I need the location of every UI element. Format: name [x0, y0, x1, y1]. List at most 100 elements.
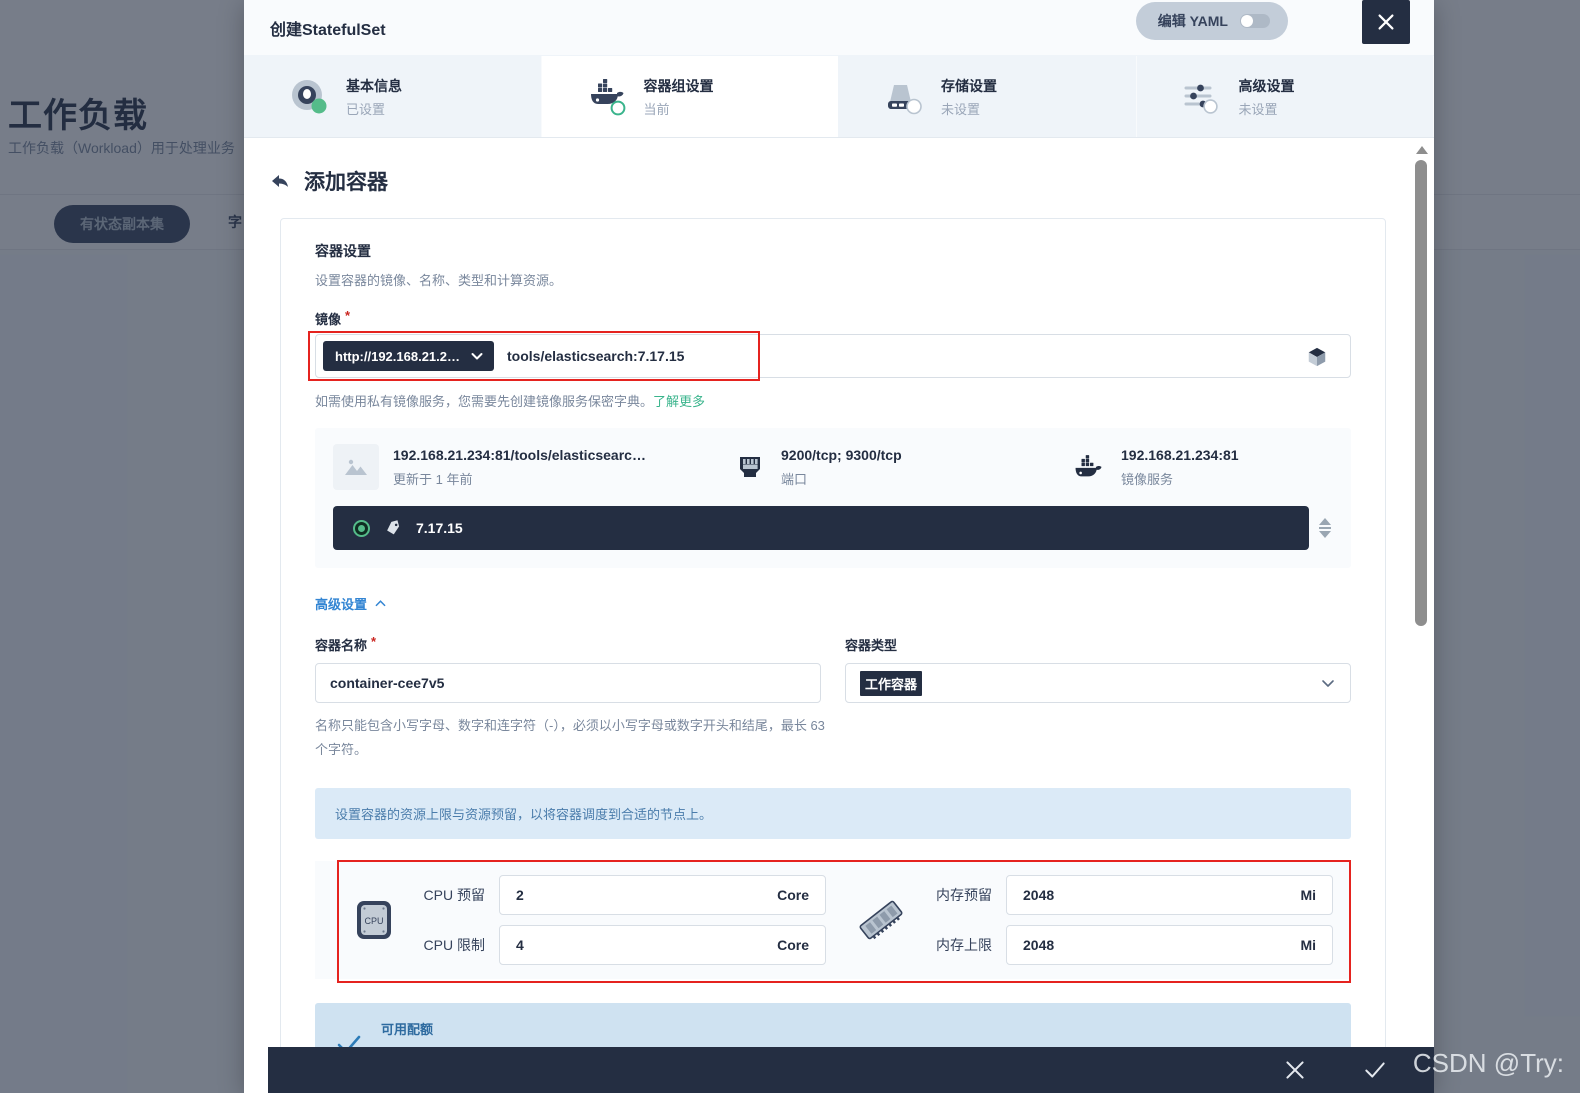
- cpu-limit-label: CPU 限制: [423, 937, 485, 954]
- container-name-required-mark: *: [371, 634, 377, 649]
- advanced-settings-label: 高级设置: [315, 597, 368, 612]
- modal-header: 创建StatefulSet 编辑 YAML: [244, 0, 1434, 56]
- step-basic-info-label: 基本信息: [346, 77, 402, 94]
- memory-ram-icon: [854, 895, 908, 945]
- image-result-ports-label: 端口: [781, 471, 808, 487]
- modal-scroll-content: 添加容器 容器设置 设置容器的镜像、名称、类型和计算资源。 镜像 * http:…: [244, 138, 1410, 1093]
- tag-stepper[interactable]: [1317, 518, 1333, 538]
- basic-info-icon: [288, 77, 332, 117]
- yaml-switch[interactable]: [1240, 14, 1270, 28]
- resources-grid: CPU CPU 预留 2 Core CPU 限制 4 Core 内存预留 204…: [315, 861, 1351, 980]
- modal-title: 创建StatefulSet: [270, 21, 386, 39]
- memory-fields: 内存预留 2048 Mi 内存上限 2048 Mi: [922, 875, 1333, 966]
- docker-whale-icon: [1073, 450, 1107, 484]
- quota-title: 可用配额: [381, 1022, 434, 1038]
- memory-limit-input[interactable]: 2048 Mi: [1006, 925, 1333, 966]
- image-label-text: 镜像: [315, 312, 342, 327]
- container-type-field: 容器类型 工作容器: [845, 635, 1351, 703]
- image-required-mark: *: [345, 308, 351, 323]
- container-name-label-text: 容器名称: [315, 638, 368, 653]
- stepper-divider: [1319, 527, 1331, 529]
- modal-footer: [268, 1047, 1434, 1093]
- cube-icon: [1308, 347, 1326, 367]
- container-name-help: 名称只能包含小写字母、数字和连字符（-），必须以小写字母或数字开头和结尾，最长 …: [315, 718, 825, 758]
- sliders-icon: [1181, 77, 1225, 117]
- image-result-name: 192.168.21.234:81/tools/elasticsearc…: [393, 446, 646, 463]
- step-container-settings[interactable]: 容器组设置 当前: [541, 56, 839, 137]
- image-hint-text: 如需使用私有镜像服务，您需要先创建镜像服务保密字典。: [315, 394, 654, 409]
- modal-scrollbar[interactable]: [1414, 138, 1430, 1093]
- image-result-panel: 192.168.21.234:81/tools/elasticsearc… 更新…: [315, 428, 1351, 568]
- network-port-icon: [733, 450, 767, 484]
- container-type-select[interactable]: 工作容器: [845, 663, 1351, 703]
- cpu-chip-icon: CPU: [347, 895, 401, 945]
- step-advanced-settings-label: 高级设置: [1238, 77, 1295, 94]
- cpu-limit-unit: Core: [777, 937, 809, 954]
- resources-info-banner: 设置容器的资源上限与资源预留，以将容器调度到合适的节点上。: [315, 788, 1351, 840]
- image-tag-option[interactable]: 7.17.15: [333, 506, 1309, 550]
- container-name-field: 容器名称 * container-cee7v5: [315, 635, 821, 703]
- cpu-request-unit: Core: [777, 887, 809, 904]
- chevron-up-icon: [375, 600, 386, 607]
- image-tag-row: 7.17.15: [333, 506, 1333, 550]
- image-result-ports-value: 9200/tcp; 9300/tcp: [781, 446, 902, 463]
- step-storage-settings[interactable]: 存储设置 未设置: [839, 56, 1137, 137]
- modal-close-button[interactable]: [1362, 0, 1410, 44]
- cpu-limit-row: CPU 限制 4 Core: [415, 925, 826, 966]
- name-type-row: 容器名称 * container-cee7v5 容器类型 工作容器: [315, 635, 1351, 703]
- step-advanced-settings[interactable]: 高级设置 未设置: [1137, 56, 1434, 137]
- section-description: 设置容器的镜像、名称、类型和计算资源。: [315, 273, 563, 288]
- advanced-settings-toggle[interactable]: 高级设置: [315, 594, 1351, 613]
- learn-more-link[interactable]: 了解更多: [653, 394, 705, 409]
- image-result-registry-block: 192.168.21.234:81 镜像服务: [1073, 447, 1239, 488]
- memory-request-unit: Mi: [1300, 887, 1316, 904]
- memory-request-input[interactable]: 2048 Mi: [1006, 875, 1333, 916]
- memory-limit-unit: Mi: [1300, 937, 1316, 954]
- cpu-limit-value: 4: [516, 937, 524, 954]
- image-input-row: http://192.168.21.2… tools/elasticsearch…: [308, 331, 1351, 381]
- image-field-label: 镜像 *: [315, 309, 1351, 328]
- registry-select[interactable]: http://192.168.21.2…: [323, 341, 494, 371]
- step-basic-info-state: 已设置: [346, 101, 386, 117]
- cpu-limit-input[interactable]: 4 Core: [499, 925, 826, 966]
- wizard-steps: 基本信息 已设置 容器组设置 当前 存储设置 未设置 高级设置 未设置: [244, 56, 1434, 138]
- step-container-settings-state: 当前: [643, 101, 670, 117]
- stepper-down-icon[interactable]: [1319, 531, 1331, 538]
- cancel-button[interactable]: [1282, 1057, 1308, 1083]
- container-type-value: 工作容器: [860, 670, 923, 696]
- confirm-button[interactable]: [1362, 1057, 1388, 1083]
- image-input-value: tools/elasticsearch:7.17.15: [507, 348, 685, 364]
- image-result-updated: 更新于 1 年前: [393, 471, 473, 487]
- memory-request-value: 2048: [1023, 887, 1055, 904]
- image-hint: 如需使用私有镜像服务，您需要先创建镜像服务保密字典。了解更多: [315, 391, 1351, 410]
- cpu-request-value: 2: [516, 887, 524, 904]
- registry-select-value: http://192.168.21.2…: [335, 348, 460, 364]
- container-settings-card: 容器设置 设置容器的镜像、名称、类型和计算资源。 镜像 * http://192…: [280, 218, 1386, 1093]
- tag-icon: [387, 520, 400, 535]
- scrollbar-thumb[interactable]: [1415, 160, 1427, 626]
- edit-yaml-toggle[interactable]: 编辑 YAML: [1135, 2, 1288, 40]
- image-result-summary: 192.168.21.234:81/tools/elasticsearc… 更新…: [333, 444, 1333, 490]
- cpu-request-row: CPU 预留 2 Core: [415, 875, 826, 916]
- close-icon: [1378, 14, 1394, 30]
- svg-text:CPU: CPU: [364, 916, 383, 926]
- step-basic-info[interactable]: 基本信息 已设置: [244, 56, 542, 137]
- radio-selected-icon[interactable]: [353, 519, 370, 537]
- chevron-down-icon: [1322, 680, 1334, 687]
- image-placeholder-icon: [333, 444, 379, 490]
- memory-limit-row: 内存上限 2048 Mi: [922, 925, 1333, 966]
- memory-limit-value: 2048: [1023, 937, 1055, 954]
- step-advanced-settings-state: 未设置: [1238, 101, 1278, 117]
- container-name-input[interactable]: container-cee7v5: [315, 663, 821, 703]
- page-title: 添加容器: [304, 171, 388, 194]
- cpu-request-input[interactable]: 2 Core: [499, 875, 826, 916]
- image-result-ports-block: 9200/tcp; 9300/tcp 端口: [733, 447, 1073, 488]
- image-input[interactable]: http://192.168.21.2… tools/elasticsearch…: [315, 334, 1351, 378]
- step-storage-settings-label: 存储设置: [941, 77, 997, 94]
- step-storage-settings-state: 未设置: [941, 101, 981, 117]
- back-arrow-icon[interactable]: [270, 171, 290, 191]
- memory-limit-label: 内存上限: [936, 937, 992, 954]
- stepper-up-icon[interactable]: [1319, 518, 1331, 525]
- memory-resources: 内存预留 2048 Mi 内存上限 2048 Mi: [854, 875, 1333, 966]
- scroll-up-arrow-icon[interactable]: [1416, 146, 1428, 154]
